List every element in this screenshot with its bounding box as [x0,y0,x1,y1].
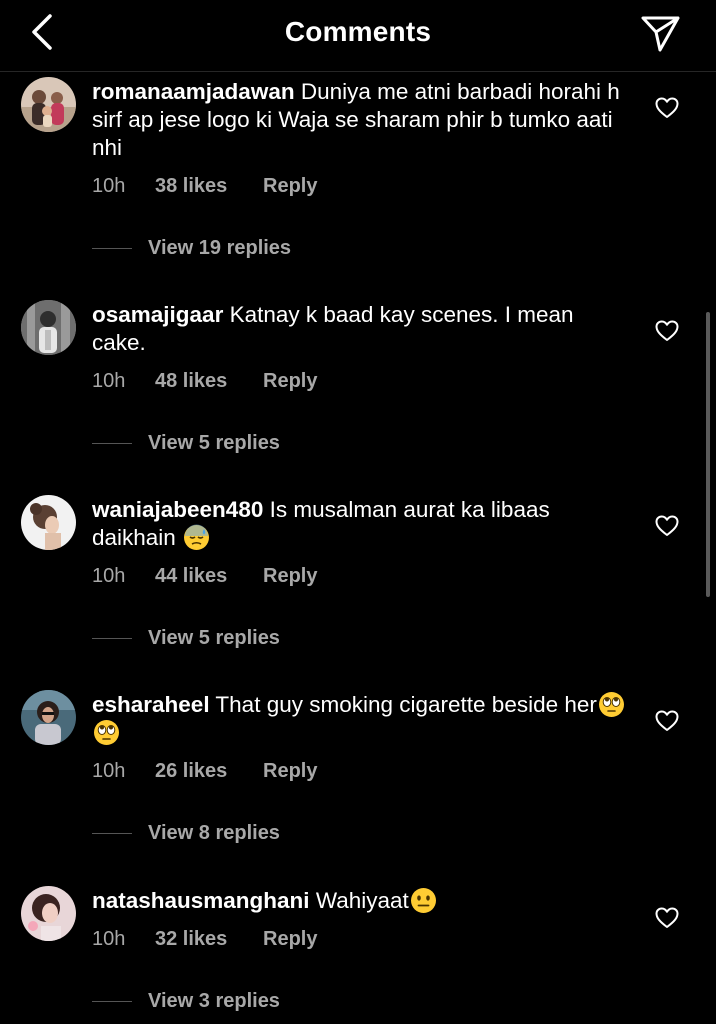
likes-count-button[interactable]: 44 likes [155,565,263,588]
like-button[interactable] [655,907,679,929]
comment-username[interactable]: osamajigaar [92,302,223,327]
likes-count-button[interactable]: 32 likes [155,928,263,951]
comment-username[interactable]: waniajabeen480 [92,497,263,522]
replies-divider-line [92,248,132,250]
downcast-sweat-face-emoji [183,524,210,551]
likes-count-button[interactable]: 26 likes [155,760,263,783]
view-replies-button[interactable]: View 3 replies [92,990,280,1013]
replies-divider-line [92,833,132,835]
comment-meta: 10h 38 likes Reply [92,175,317,198]
replies-divider-line [92,638,132,640]
view-replies-button[interactable]: View 5 replies [92,627,280,650]
view-replies-label: View 19 replies [148,237,292,259]
heart-icon [655,907,679,928]
view-replies-button[interactable]: View 5 replies [92,432,280,455]
avatar[interactable] [21,495,76,550]
comment-body: Wahiyaat [309,888,409,913]
paper-plane-icon [641,16,680,52]
avatar[interactable] [21,886,76,941]
reply-button[interactable]: Reply [263,565,317,587]
comment-time: 10h [92,175,126,197]
comment-time: 10h [92,370,126,392]
comment-meta: 10h 32 likes Reply [92,928,317,951]
avatar[interactable] [21,77,76,132]
comment-username[interactable]: romanaamjadawan [92,79,295,104]
eye-roll-face-emoji [598,691,625,718]
heart-icon [655,97,679,118]
scrollbar[interactable] [706,312,710,597]
view-replies-button[interactable]: View 8 replies [92,822,280,845]
avatar[interactable] [21,690,76,745]
like-button[interactable] [655,710,679,732]
comment-text: osamajigaar Katnay k baad kay scenes. I … [92,301,632,357]
like-button[interactable] [655,97,679,119]
neutral-face-emoji [410,887,437,914]
comment-text: romanaamjadawan Duniya me atni barbadi h… [92,78,632,162]
heart-icon [655,515,679,536]
comment-time: 10h [92,928,126,950]
page-title: Comments [284,16,432,47]
heart-icon [655,320,679,341]
comment-username[interactable]: natashausmanghani [92,888,310,913]
comment-text: esharaheel That guy smoking cigarette be… [92,691,632,747]
reply-button[interactable]: Reply [263,370,317,392]
view-replies-label: View 8 replies [148,822,280,844]
view-replies-label: View 5 replies [148,432,280,454]
likes-count-button[interactable]: 38 likes [155,175,263,198]
reply-button[interactable]: Reply [263,928,317,950]
comment-username[interactable]: esharaheel [92,692,210,717]
like-button[interactable] [655,515,679,537]
comment-meta: 10h 44 likes Reply [92,565,317,588]
comment-text: natashausmanghani Wahiyaat [92,887,632,915]
comment-meta: 10h 48 likes Reply [92,370,317,393]
replies-divider-line [92,443,132,445]
comment-body: That guy smoking cigarette beside her [209,692,597,717]
reply-button[interactable]: Reply [263,760,317,782]
eye-roll-face-emoji [93,719,120,746]
heart-icon [655,710,679,731]
avatar[interactable] [21,300,76,355]
comment-time: 10h [92,760,126,782]
view-replies-button[interactable]: View 19 replies [92,237,291,260]
view-replies-label: View 5 replies [148,627,280,649]
likes-count-button[interactable]: 48 likes [155,370,263,393]
reply-button[interactable]: Reply [263,175,317,197]
like-button[interactable] [655,320,679,342]
share-button[interactable] [640,14,682,54]
replies-divider-line [92,1001,132,1003]
view-replies-label: View 3 replies [148,990,280,1012]
comment-time: 10h [92,565,126,587]
comment-text: waniajabeen480 Is musalman aurat ka liba… [92,496,632,552]
header-bar: Comments [0,0,716,72]
comment-meta: 10h 26 likes Reply [92,760,317,783]
